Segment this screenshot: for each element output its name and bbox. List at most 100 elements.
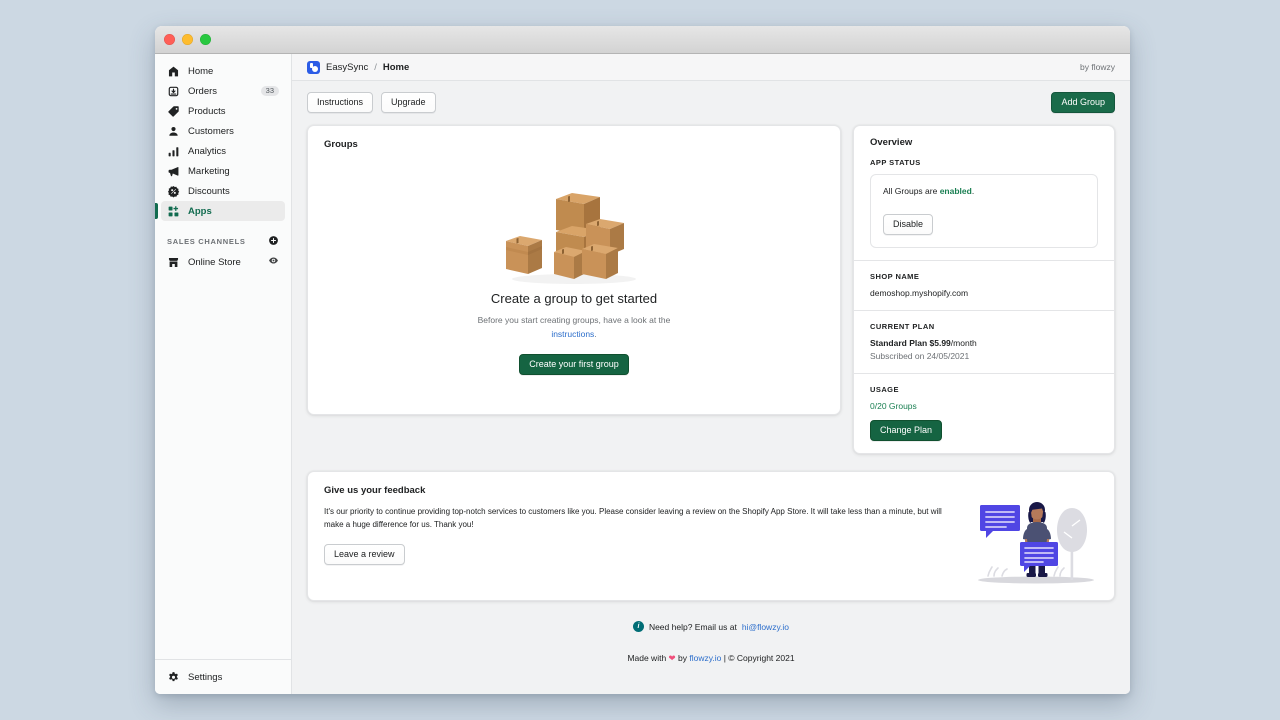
gear-icon [167, 671, 180, 684]
help-text: Need help? Email us at [648, 621, 737, 632]
content-row: Groups Create a group to get started Bef… [292, 113, 1130, 454]
minimize-window-icon[interactable] [182, 34, 193, 45]
footer: i Need help? Email us at hi@flowzy.io Ma… [292, 621, 1130, 664]
sidebar-item-orders[interactable]: Orders 33 [161, 81, 285, 101]
overview-current-plan-section: CURRENT PLAN Standard Plan $5.99/month S… [854, 310, 1114, 373]
customers-icon [167, 125, 180, 138]
close-window-icon[interactable] [164, 34, 175, 45]
plan-period: /month [950, 338, 977, 348]
person-with-speech-bubbles-illustration [978, 502, 1094, 584]
discounts-icon [167, 185, 180, 198]
groups-empty-subtitle: Before you start creating groups, have a… [469, 314, 679, 340]
products-tag-icon [167, 105, 180, 118]
window-titlebar [155, 26, 1130, 54]
app-topbar: EasySync / Home by flowzy [292, 54, 1130, 81]
maximize-window-icon[interactable] [200, 34, 211, 45]
sidebar-item-products[interactable]: Products [161, 101, 285, 121]
flowzy-site-link[interactable]: flowzy.io [689, 653, 721, 663]
overview-usage-section: USAGE 0/20 Groups Change Plan [854, 373, 1114, 453]
cardboard-boxes-illustration [506, 193, 636, 285]
breadcrumb: EasySync / Home [307, 60, 410, 74]
sidebar-item-label: Customers [188, 125, 234, 137]
current-plan-value: Standard Plan $5.99/month [870, 338, 1098, 348]
made-with-text: Made with [627, 653, 669, 663]
overview-status-section: Overview APP STATUS All Groups are enabl… [854, 126, 1114, 260]
vendor-label: by flowzy [1080, 62, 1115, 72]
window-body: Home Orders 33 Products Customers Analyt… [155, 54, 1130, 694]
copyright-row: Made with ❤ by flowzy.io | © Copyright 2… [292, 653, 1130, 664]
sidebar-item-home[interactable]: Home [161, 61, 285, 81]
empty-sub-before: Before you start creating groups, have a… [477, 315, 671, 326]
orders-icon [167, 85, 180, 98]
sidebar-item-label: Products [188, 105, 226, 117]
app-status-label: APP STATUS [870, 158, 921, 167]
sidebar-item-label: Online Store [188, 256, 241, 268]
orders-count-badge: 33 [260, 85, 279, 97]
page-title: Home [382, 61, 410, 73]
help-row: i Need help? Email us at hi@flowzy.io [292, 621, 1130, 632]
marketing-megaphone-icon [167, 165, 180, 178]
upgrade-button[interactable]: Upgrade [381, 92, 436, 113]
plus-circle-icon[interactable] [268, 235, 279, 248]
app-name[interactable]: EasySync [326, 62, 368, 73]
empty-sub-after: . [594, 328, 597, 339]
browser-window: Home Orders 33 Products Customers Analyt… [155, 26, 1130, 694]
status-text-before: All Groups are [883, 186, 940, 196]
current-plan-label: CURRENT PLAN [870, 322, 935, 331]
groups-empty-state: Create a group to get started Before you… [308, 150, 840, 414]
sidebar-item-label: Settings [188, 671, 223, 683]
groups-card: Groups Create a group to get started Bef… [307, 125, 841, 415]
change-plan-button[interactable]: Change Plan [870, 420, 943, 441]
main-area: EasySync / Home by flowzy Instructions U… [292, 54, 1130, 694]
leave-a-review-button[interactable]: Leave a review [324, 543, 405, 565]
apps-grid-icon [167, 205, 180, 218]
sidebar-item-label: Analytics [188, 145, 227, 157]
sidebar-item-label: Home [188, 65, 214, 77]
breadcrumb-separator: / [374, 61, 377, 73]
sidebar-item-label: Apps [188, 205, 212, 217]
instructions-link[interactable]: instructions [551, 329, 594, 339]
info-icon: i [632, 621, 644, 632]
feedback-card-title: Give us your feedback [324, 485, 426, 496]
subscribed-date: Subscribed on 24/05/2021 [870, 351, 970, 361]
sidebar-item-discounts[interactable]: Discounts [161, 181, 285, 201]
home-icon [167, 65, 180, 78]
add-group-button[interactable]: Add Group [1051, 92, 1115, 113]
disable-button[interactable]: Disable [883, 214, 934, 235]
eye-icon[interactable] [268, 255, 279, 269]
overview-card-title: Overview [870, 137, 913, 148]
overview-shop-name-section: SHOP NAME demoshop.myshopify.com [854, 260, 1114, 310]
sales-channels-section-header: SALES CHANNELS [167, 235, 279, 248]
status-text-after: . [971, 186, 975, 196]
traffic-lights [164, 34, 211, 45]
copyright-text: | © Copyright 2021 [721, 653, 795, 663]
support-email-link[interactable]: hi@flowzy.io [742, 622, 789, 632]
create-first-group-button[interactable]: Create your first group [519, 353, 629, 375]
shop-name-value: demoshop.myshopify.com [870, 288, 969, 298]
by-text: by [675, 653, 690, 663]
feedback-card: Give us your feedback It's our priority … [307, 471, 1115, 601]
sidebar: Home Orders 33 Products Customers Analyt… [155, 54, 292, 694]
groups-card-title: Groups [324, 139, 358, 150]
heart-icon: ❤ [668, 653, 676, 663]
sidebar-item-marketing[interactable]: Marketing [161, 161, 285, 181]
sidebar-footer: Settings [155, 659, 291, 694]
sidebar-item-online-store[interactable]: Online Store [161, 252, 285, 272]
overview-card: Overview APP STATUS All Groups are enabl… [853, 125, 1115, 454]
status-badge: enabled [939, 186, 972, 196]
sidebar-item-apps[interactable]: Apps [155, 201, 285, 221]
usage-label: USAGE [870, 385, 899, 394]
sales-channels-title: SALES CHANNELS [167, 237, 246, 246]
sidebar-item-label: Marketing [188, 165, 230, 177]
plan-name: Standard Plan $5.99 [870, 338, 951, 348]
store-icon [167, 256, 180, 269]
instructions-button[interactable]: Instructions [307, 92, 374, 113]
usage-value: 0/20 Groups [870, 401, 917, 411]
app-status-text: All Groups are enabled. [883, 186, 1085, 196]
action-bar: Instructions Upgrade Add Group [292, 81, 1130, 113]
shop-name-label: SHOP NAME [870, 272, 920, 281]
sidebar-item-settings[interactable]: Settings [161, 667, 285, 687]
analytics-bars-icon [167, 145, 180, 158]
sidebar-item-customers[interactable]: Customers [161, 121, 285, 141]
sidebar-item-analytics[interactable]: Analytics [161, 141, 285, 161]
